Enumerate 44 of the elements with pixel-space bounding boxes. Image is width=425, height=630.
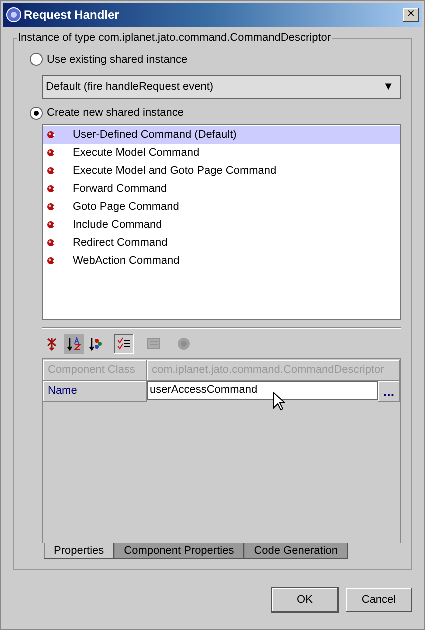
toolbar-button[interactable]	[64, 334, 84, 354]
sort-alpha-icon	[67, 337, 81, 352]
ok-button[interactable]: OK	[272, 588, 338, 612]
command-item[interactable]: WebAction Command	[43, 252, 400, 270]
bean-icon	[47, 185, 55, 194]
checklist-icon	[117, 337, 131, 352]
radio-label: Create new shared instance	[47, 107, 184, 120]
property-name: Name	[43, 380, 147, 402]
command-item[interactable]: Redirect Command	[43, 234, 400, 252]
table-icon	[147, 337, 161, 352]
bean-icon	[47, 257, 55, 266]
command-item[interactable]: Include Command	[43, 216, 400, 234]
ellipsis-button[interactable]: ...	[378, 380, 400, 402]
cancel-button[interactable]: Cancel	[346, 588, 412, 612]
app-icon	[6, 7, 22, 23]
group-title: Instance of type com.iplanet.jato.command.CommandDescriptor	[17, 32, 332, 44]
tab[interactable]: Code Generation	[244, 542, 348, 560]
unsorted-icon	[46, 337, 58, 352]
bean-icon	[47, 203, 55, 212]
command-item[interactable]: Execute Model Command	[43, 144, 400, 162]
dropdown[interactable]: Default (fire handleRequest event) ▼	[42, 74, 401, 99]
name-field[interactable]: userAccessCommand	[147, 380, 378, 400]
dropdown-arrow: ▼	[383, 80, 394, 93]
command-item[interactable]: Forward Command	[43, 180, 400, 198]
tab[interactable]: Component Properties	[114, 542, 244, 560]
command-item[interactable]: Goto Page Command	[43, 198, 400, 216]
close-button[interactable]: ✕	[403, 8, 419, 22]
tab[interactable]: Properties	[44, 542, 114, 560]
bean-icon	[47, 221, 55, 230]
bean-icon	[47, 167, 55, 176]
radio-option[interactable]: Create new shared instance	[30, 102, 401, 124]
radio-option[interactable]: Use existing shared instance	[30, 49, 401, 71]
radio-label: Use existing shared instance	[47, 54, 188, 66]
window-title: Request Handler	[24, 8, 120, 22]
radio-button[interactable]	[30, 53, 43, 66]
command-item[interactable]: User-Defined Command (Default)	[43, 126, 400, 144]
command-item[interactable]: Execute Model and Goto Page Command	[43, 162, 400, 180]
toolbar-button[interactable]	[114, 334, 134, 354]
bean-icon	[47, 131, 55, 140]
sort-type-icon	[89, 337, 103, 352]
mouse-pointer-icon	[273, 392, 285, 411]
radio-button[interactable]	[30, 106, 43, 120]
bean-icon	[47, 239, 55, 248]
bean-icon	[47, 149, 55, 158]
